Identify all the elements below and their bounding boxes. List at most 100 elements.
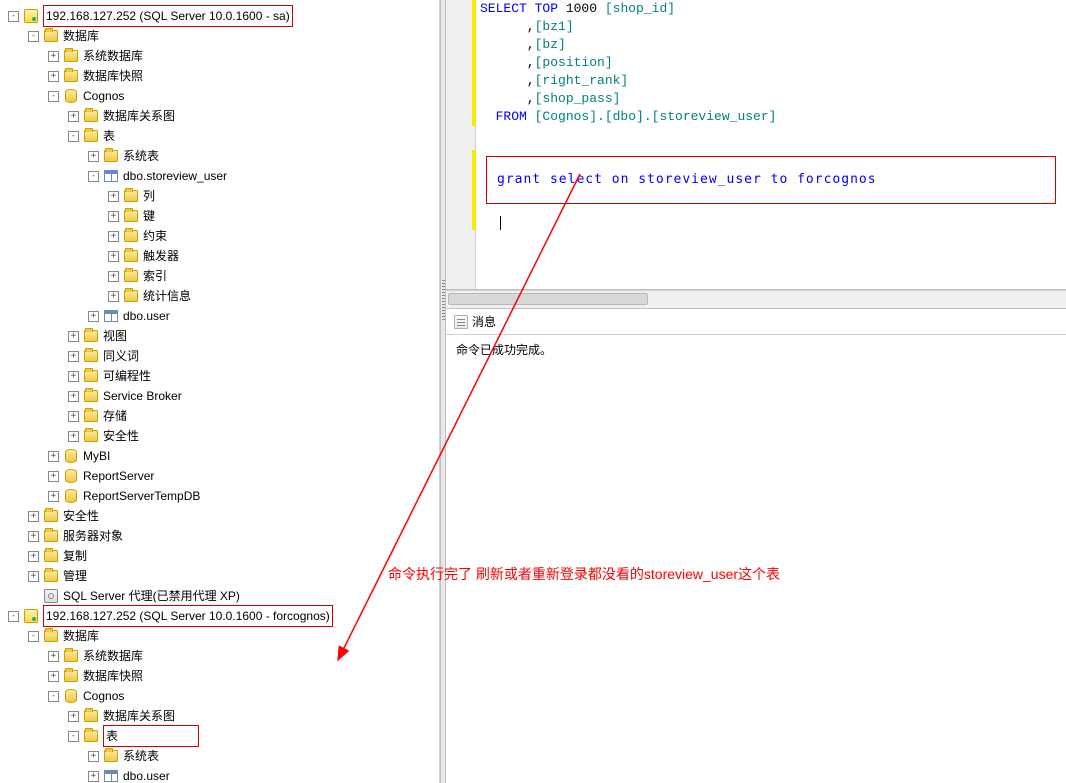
toggle-icon[interactable]: + <box>48 471 59 482</box>
tables2-node[interactable]: -表 <box>0 726 439 746</box>
tree-label: 数据库快照 <box>83 66 143 86</box>
toggle-icon[interactable]: - <box>48 91 59 102</box>
toggle-icon[interactable]: + <box>68 111 79 122</box>
folder-icon <box>123 288 139 304</box>
db-mybi[interactable]: +MyBI <box>0 446 439 466</box>
sys-db2-node[interactable]: +系统数据库 <box>0 646 439 666</box>
management-node[interactable]: +管理 <box>0 566 439 586</box>
tree-label: 系统数据库 <box>83 46 143 66</box>
db-snapshot2-node[interactable]: +数据库快照 <box>0 666 439 686</box>
toggle-icon[interactable]: - <box>88 171 99 182</box>
toggle-icon[interactable]: + <box>108 271 119 282</box>
storage-node[interactable]: +存储 <box>0 406 439 426</box>
databases2-node[interactable]: - 数据库 <box>0 626 439 646</box>
toggle-icon[interactable]: + <box>68 391 79 402</box>
toggle-icon[interactable]: + <box>48 71 59 82</box>
toggle-icon[interactable]: + <box>88 151 99 162</box>
toggle-icon[interactable]: + <box>68 431 79 442</box>
folder-icon <box>63 668 79 684</box>
toggle-icon[interactable]: + <box>28 571 39 582</box>
grant-statement-box: grant select on storeview_user to forcog… <box>486 156 1056 204</box>
sys-db-node[interactable]: + 系统数据库 <box>0 46 439 66</box>
tree-label: 触发器 <box>143 246 179 266</box>
folder-icon <box>123 188 139 204</box>
db-reportservertempdb[interactable]: +ReportServerTempDB <box>0 486 439 506</box>
toggle-icon[interactable]: - <box>8 611 19 622</box>
toggle-icon[interactable] <box>28 591 39 602</box>
triggers-node[interactable]: + 触发器 <box>0 246 439 266</box>
server-objects-node[interactable]: +服务器对象 <box>0 526 439 546</box>
service-broker-node[interactable]: +Service Broker <box>0 386 439 406</box>
toggle-icon[interactable]: + <box>108 231 119 242</box>
toggle-icon[interactable]: + <box>68 711 79 722</box>
toggle-icon[interactable]: - <box>8 11 19 22</box>
toggle-icon[interactable]: + <box>108 191 119 202</box>
columns-node[interactable]: +列 <box>0 186 439 206</box>
replication-node[interactable]: +复制 <box>0 546 439 566</box>
folder-icon <box>123 268 139 284</box>
db-diagram-node[interactable]: + 数据库关系图 <box>0 106 439 126</box>
toggle-icon[interactable]: + <box>88 311 99 322</box>
toggle-icon[interactable]: + <box>48 451 59 462</box>
indexes-node[interactable]: +索引 <box>0 266 439 286</box>
toggle-icon[interactable]: + <box>48 651 59 662</box>
programmability-node[interactable]: +可编程性 <box>0 366 439 386</box>
toggle-icon[interactable]: + <box>108 291 119 302</box>
toggle-icon[interactable]: + <box>48 491 59 502</box>
table-user[interactable]: +dbo.user <box>0 306 439 326</box>
sys-tables-node[interactable]: +系统表 <box>0 146 439 166</box>
toggle-icon[interactable]: + <box>88 771 99 782</box>
databases-node[interactable]: -数据库 <box>0 26 439 46</box>
editor-hscrollbar[interactable] <box>446 290 1066 308</box>
db-cognos[interactable]: -Cognos <box>0 86 439 106</box>
keys-node[interactable]: +键 <box>0 206 439 226</box>
tree-label: 数据库 <box>63 626 99 646</box>
toggle-icon[interactable]: - <box>68 131 79 142</box>
tables-node[interactable]: -表 <box>0 126 439 146</box>
object-explorer[interactable]: -192.168.127.252 (SQL Server 10.0.1600 -… <box>0 0 440 783</box>
tree-label: 数据库关系图 <box>103 706 175 726</box>
tree-label: SQL Server 代理(已禁用代理 XP) <box>63 586 240 606</box>
toggle-icon[interactable]: - <box>68 731 79 742</box>
toggle-icon[interactable]: + <box>48 671 59 682</box>
sql-agent-node[interactable]: SQL Server 代理(已禁用代理 XP) <box>0 586 439 606</box>
tree-label: 视图 <box>103 326 127 346</box>
toggle-icon[interactable]: + <box>108 211 119 222</box>
server-node-sa[interactable]: - 192.168.127.252 (SQL Server 10.0.1600 -… <box>0 6 439 26</box>
toggle-icon[interactable]: + <box>28 511 39 522</box>
views-node[interactable]: + 视图 <box>0 326 439 346</box>
tree-label: 表 <box>103 126 115 146</box>
tree-label: 数据库关系图 <box>103 106 175 126</box>
server-node-forcognos[interactable]: -192.168.127.252 (SQL Server 10.0.1600 -… <box>0 606 439 626</box>
toggle-icon[interactable]: + <box>68 331 79 342</box>
synonyms-node[interactable]: +同义词 <box>0 346 439 366</box>
toggle-icon[interactable]: - <box>28 631 39 642</box>
toggle-icon[interactable]: + <box>68 351 79 362</box>
statistics-node[interactable]: +统计信息 <box>0 286 439 306</box>
db-diagram2-node[interactable]: + 数据库关系图 <box>0 706 439 726</box>
toggle-icon[interactable]: + <box>108 251 119 262</box>
db-cognos2[interactable]: - Cognos <box>0 686 439 706</box>
sys-tables2-node[interactable]: + 系统表 <box>0 746 439 766</box>
toggle-icon[interactable]: - <box>28 31 39 42</box>
tree-label: Cognos <box>83 686 124 706</box>
toggle-icon[interactable]: + <box>48 51 59 62</box>
db-security-node[interactable]: +安全性 <box>0 426 439 446</box>
toggle-icon[interactable]: - <box>48 691 59 702</box>
toggle-icon[interactable]: + <box>28 551 39 562</box>
toggle-icon[interactable]: + <box>68 411 79 422</box>
toggle-icon[interactable]: + <box>28 531 39 542</box>
security-node[interactable]: +安全性 <box>0 506 439 526</box>
tree-label: 系统表 <box>123 746 159 766</box>
toggle-icon[interactable]: + <box>88 751 99 762</box>
constraints-node[interactable]: +约束 <box>0 226 439 246</box>
db-snapshot-node[interactable]: + 数据库快照 <box>0 66 439 86</box>
tree-label: 192.168.127.252 (SQL Server 10.0.1600 - … <box>43 5 293 27</box>
sql-editor[interactable]: SELECT TOP 1000 [shop_id] ,[bz1] ,[bz] ,… <box>476 0 1066 289</box>
table-storeview-user[interactable]: -dbo.storeview_user <box>0 166 439 186</box>
messages-tab[interactable]: 消息 <box>446 309 1066 335</box>
db-reportserver[interactable]: +ReportServer <box>0 466 439 486</box>
tree-label: 表 <box>103 725 199 747</box>
toggle-icon[interactable]: + <box>68 371 79 382</box>
table-user2[interactable]: +dbo.user <box>0 766 439 783</box>
